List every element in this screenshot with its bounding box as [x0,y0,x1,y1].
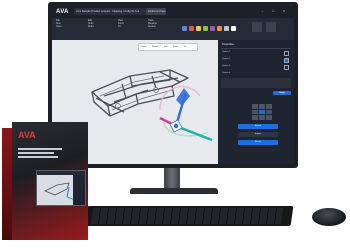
ribbon-item-fit[interactable]: Fit [118,26,144,29]
monitor-stand [164,168,180,190]
panel-input[interactable] [221,78,291,88]
grid-cell[interactable] [266,109,272,115]
panel-row: Option 1 [222,51,231,53]
panel-row: Option 2 [222,58,231,60]
tab-welcome[interactable]: Welcome Page [146,8,166,15]
ribbon-help-button[interactable] [266,22,276,32]
box-screenshot [36,170,86,206]
ribbon-group-file: File New Open [56,20,84,38]
color-chip[interactable] [203,26,208,31]
reset-button[interactable]: Reset [238,140,278,145]
panel-title: Properties [222,43,234,46]
checkbox[interactable] [284,51,289,56]
import-button[interactable]: Import [238,132,278,137]
box-screenshot-graphic [37,171,85,205]
monitor-screen: AVA Aimi Sample Product Leopard Cleaning… [52,6,294,164]
ribbon-group-view: View Zoom Fit [118,20,144,38]
properties-panel: Properties Option 1 Option 2 Option 3 Op… [218,40,294,164]
color-chip[interactable] [224,26,229,31]
grid-cell[interactable] [266,104,272,109]
alignment-grid [252,104,272,120]
color-chip[interactable] [210,26,215,31]
grid-cell[interactable] [252,115,258,120]
ribbon-settings-button[interactable] [252,22,262,32]
minimize-icon[interactable]: - [262,9,263,13]
checkbox[interactable] [284,65,289,70]
grid-cell[interactable] [252,104,258,109]
tab-file-1[interactable]: Aimi Sample Product Leopard [74,8,112,15]
mouse [312,208,346,226]
color-chip[interactable] [182,26,187,31]
checkbox[interactable] [284,58,289,63]
panel-row: Option 4 [222,72,231,74]
divider [221,48,291,49]
grid-cell[interactable] [266,115,272,120]
color-chip[interactable] [189,26,194,31]
color-chip[interactable] [217,26,222,31]
panel-row: Option 3 [222,65,231,67]
close-icon[interactable]: x [283,9,285,13]
ribbon-item-redo[interactable]: Redo [88,26,114,29]
box-text-line [18,152,54,154]
keyboard-keys [90,208,284,224]
export-button[interactable]: Export [238,124,278,129]
ribbon-item-open[interactable]: Open [56,26,84,29]
grid-cell[interactable] [259,104,265,109]
box-text-line [18,148,62,150]
app-logo: AVA [56,9,69,15]
color-chip[interactable] [231,26,236,31]
apply-button[interactable]: Apply [273,91,291,95]
box-logo: AVA [18,130,36,140]
monitor-base [130,188,218,194]
color-palette [182,26,244,32]
transform-gizmo[interactable] [159,88,213,142]
box-text-line [18,156,58,158]
ribbon-group-tools: Tools Measure Section [148,20,178,38]
grid-cell[interactable] [259,109,265,115]
tab-file-2[interactable]: Cleaning Config for Ava [110,8,148,15]
maximize-icon[interactable]: □ [272,9,274,13]
title-bar: AVA Aimi Sample Product Leopard Cleaning… [52,6,294,18]
color-chip[interactable] [196,26,201,31]
ribbon-group-edit: Edit Undo Redo [88,20,114,38]
grid-cell[interactable] [259,115,265,120]
ribbon-item-section[interactable]: Section [148,26,178,29]
grid-cell[interactable] [252,109,258,115]
software-box-side [2,128,12,240]
